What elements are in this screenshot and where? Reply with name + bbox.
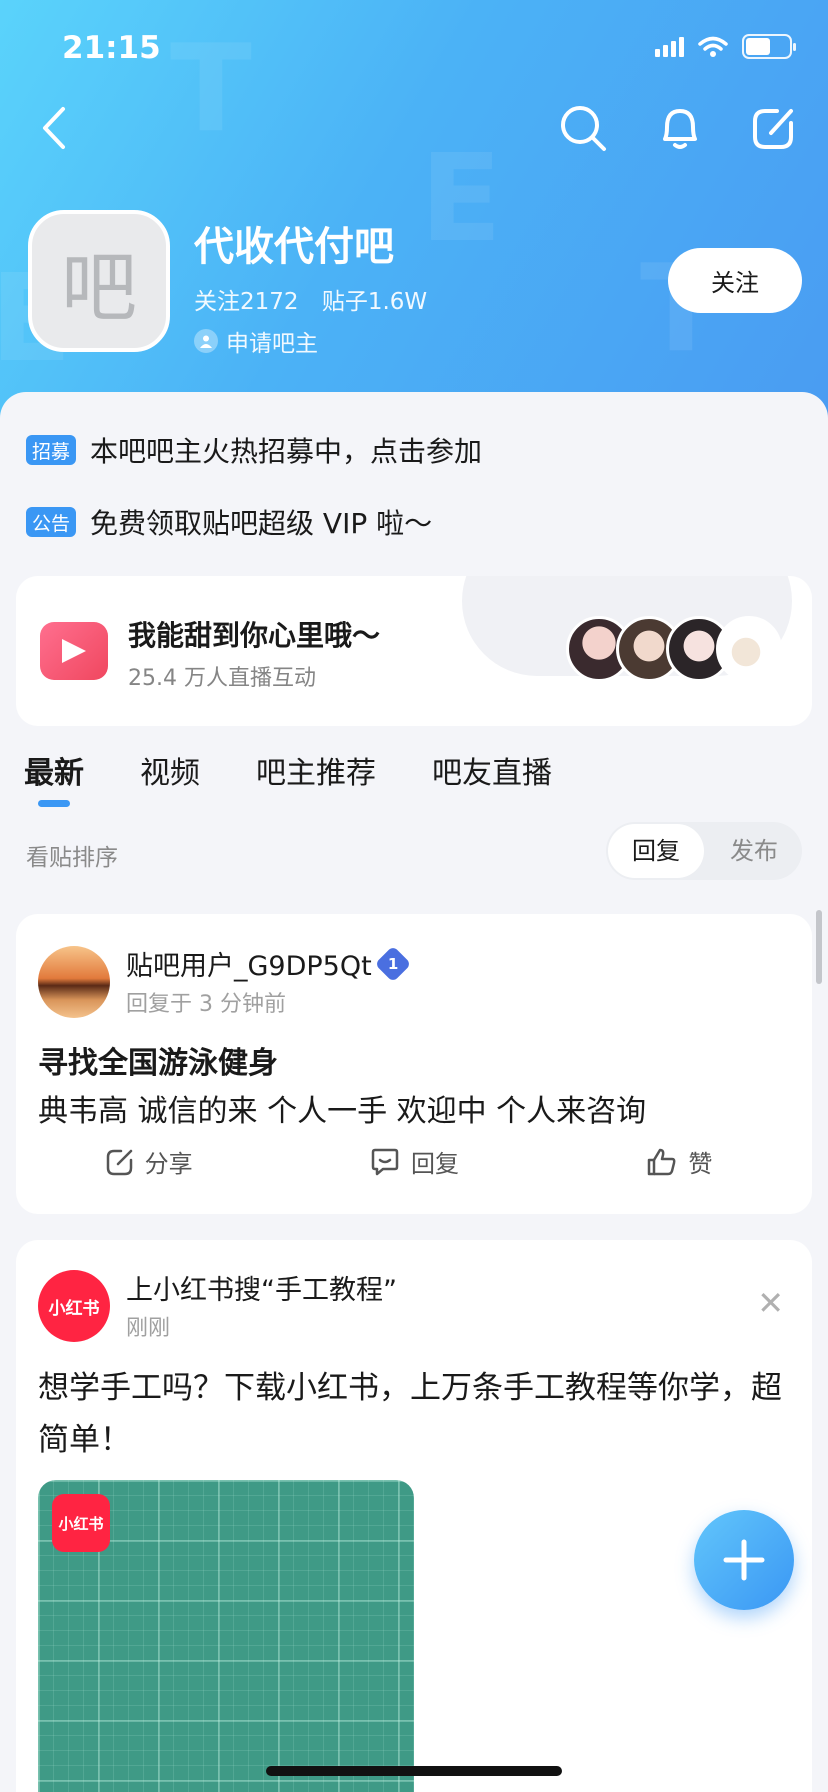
reply-button[interactable]: 回复	[281, 1144, 546, 1179]
search-icon	[561, 106, 606, 151]
reply-label: 回复	[410, 1150, 459, 1178]
avatar	[716, 616, 782, 682]
tab-latest[interactable]: 最新	[24, 748, 84, 807]
tab-admin-picks[interactable]: 吧主推荐	[256, 748, 376, 792]
ad-time: 刚刚	[126, 1316, 171, 1341]
level-badge-icon: 1	[374, 945, 412, 982]
notice-text: 本吧吧主火热招募中，点击参加	[90, 435, 483, 468]
back-arrow-icon	[43, 107, 65, 149]
search-button[interactable]	[555, 100, 611, 156]
notifications-button[interactable]	[652, 100, 708, 156]
battery-icon	[742, 34, 796, 59]
plus-icon	[723, 1539, 765, 1581]
post-body: 典韦高 诚信的来 个人一手 欢迎中 个人来咨询	[38, 1094, 647, 1129]
sort-toggle: 回复 发布	[606, 822, 802, 880]
ad-card[interactable]: 小红书 上小红书搜“手工教程” 刚刚 ✕ 想学手工吗？下载小红书，上万条手工教程…	[16, 1240, 812, 1792]
post-edit-button[interactable]	[746, 100, 802, 156]
watermark-glyph: E	[420, 130, 502, 269]
bell-icon	[663, 109, 697, 149]
live-title: 我能甜到你心里哦～	[128, 619, 381, 652]
live-streamer-avatars	[566, 616, 782, 682]
like-button[interactable]: 赞	[547, 1144, 812, 1179]
edit-icon	[753, 109, 793, 149]
live-video-icon	[40, 622, 108, 680]
ad-title: 上小红书搜“手工教程”	[126, 1275, 397, 1306]
comment-icon	[371, 1148, 399, 1175]
new-post-button[interactable]	[694, 1510, 794, 1610]
scrollbar[interactable]	[816, 910, 822, 984]
announcement-notice[interactable]: 公告 免费领取贴吧超级 VIP 啦～	[26, 502, 432, 542]
post-time: 回复于 3 分钟前	[126, 992, 286, 1017]
apply-admin-link[interactable]: 申请吧主	[194, 324, 318, 358]
sort-label: 看贴排序	[26, 845, 118, 871]
post-card[interactable]: 贴吧用户_G9DP5Qt 1 回复于 3 分钟前 寻找全国游泳健身 典韦高 诚信…	[16, 914, 812, 1214]
cellular-signal-icon	[655, 36, 684, 57]
tab-video[interactable]: 视频	[140, 748, 200, 792]
like-label: 赞	[688, 1150, 713, 1178]
advertiser-logo: 小红书	[52, 1494, 110, 1552]
post-actions: 分享 回复 赞	[16, 1144, 812, 1179]
wifi-icon	[698, 36, 728, 57]
share-icon	[106, 1149, 132, 1175]
post-title: 寻找全国游泳健身	[38, 1046, 278, 1081]
notice-tag: 招募	[26, 435, 77, 465]
post-author[interactable]: 贴吧用户_G9DP5Qt 1	[126, 944, 412, 983]
apply-admin-label: 申请吧主	[226, 331, 318, 357]
username: 贴吧用户_G9DP5Qt	[126, 951, 372, 982]
live-card[interactable]: 我能甜到你心里哦～ 25.4 万人直播互动	[16, 576, 812, 726]
ad-image[interactable]: 小红书	[38, 1480, 414, 1792]
follow-button[interactable]: 关注	[668, 248, 802, 313]
close-icon[interactable]: ✕	[757, 1284, 784, 1322]
forum-stats: 关注2172 贴子1.6W	[194, 282, 427, 316]
content-tabs: 最新 视频 吧主推荐 吧友直播	[24, 748, 552, 807]
user-icon	[194, 329, 218, 353]
sort-by-reply[interactable]: 回复	[608, 824, 704, 878]
back-button[interactable]	[26, 100, 82, 156]
avatar[interactable]	[38, 946, 110, 1018]
thumbs-up-icon	[648, 1148, 676, 1175]
ad-body: 想学手工吗？下载小红书，上万条手工教程等你学，超简单！	[38, 1370, 782, 1458]
notice-tag: 公告	[26, 507, 77, 537]
sort-by-publish[interactable]: 发布	[706, 824, 802, 878]
notice-text: 免费领取贴吧超级 VIP 啦～	[90, 507, 433, 540]
tab-member-live[interactable]: 吧友直播	[432, 748, 552, 792]
status-time: 21:15	[62, 30, 161, 66]
share-label: 分享	[144, 1150, 193, 1178]
home-indicator[interactable]	[266, 1766, 562, 1776]
advertiser-logo: 小红书	[38, 1270, 110, 1342]
live-subtitle: 25.4 万人直播互动	[128, 666, 316, 691]
recruit-notice[interactable]: 招募 本吧吧主火热招募中，点击参加	[26, 430, 482, 470]
forum-avatar: 吧	[28, 210, 170, 352]
watermark-glyph: T	[170, 20, 252, 159]
share-button[interactable]: 分享	[16, 1144, 281, 1179]
forum-header: T E T E 21:15 吧	[0, 0, 828, 420]
status-icons	[655, 34, 796, 59]
post-count: 贴子1.6W	[321, 289, 428, 315]
forum-name: 代收代付吧	[194, 224, 394, 270]
follower-count: 关注2172	[194, 289, 299, 315]
